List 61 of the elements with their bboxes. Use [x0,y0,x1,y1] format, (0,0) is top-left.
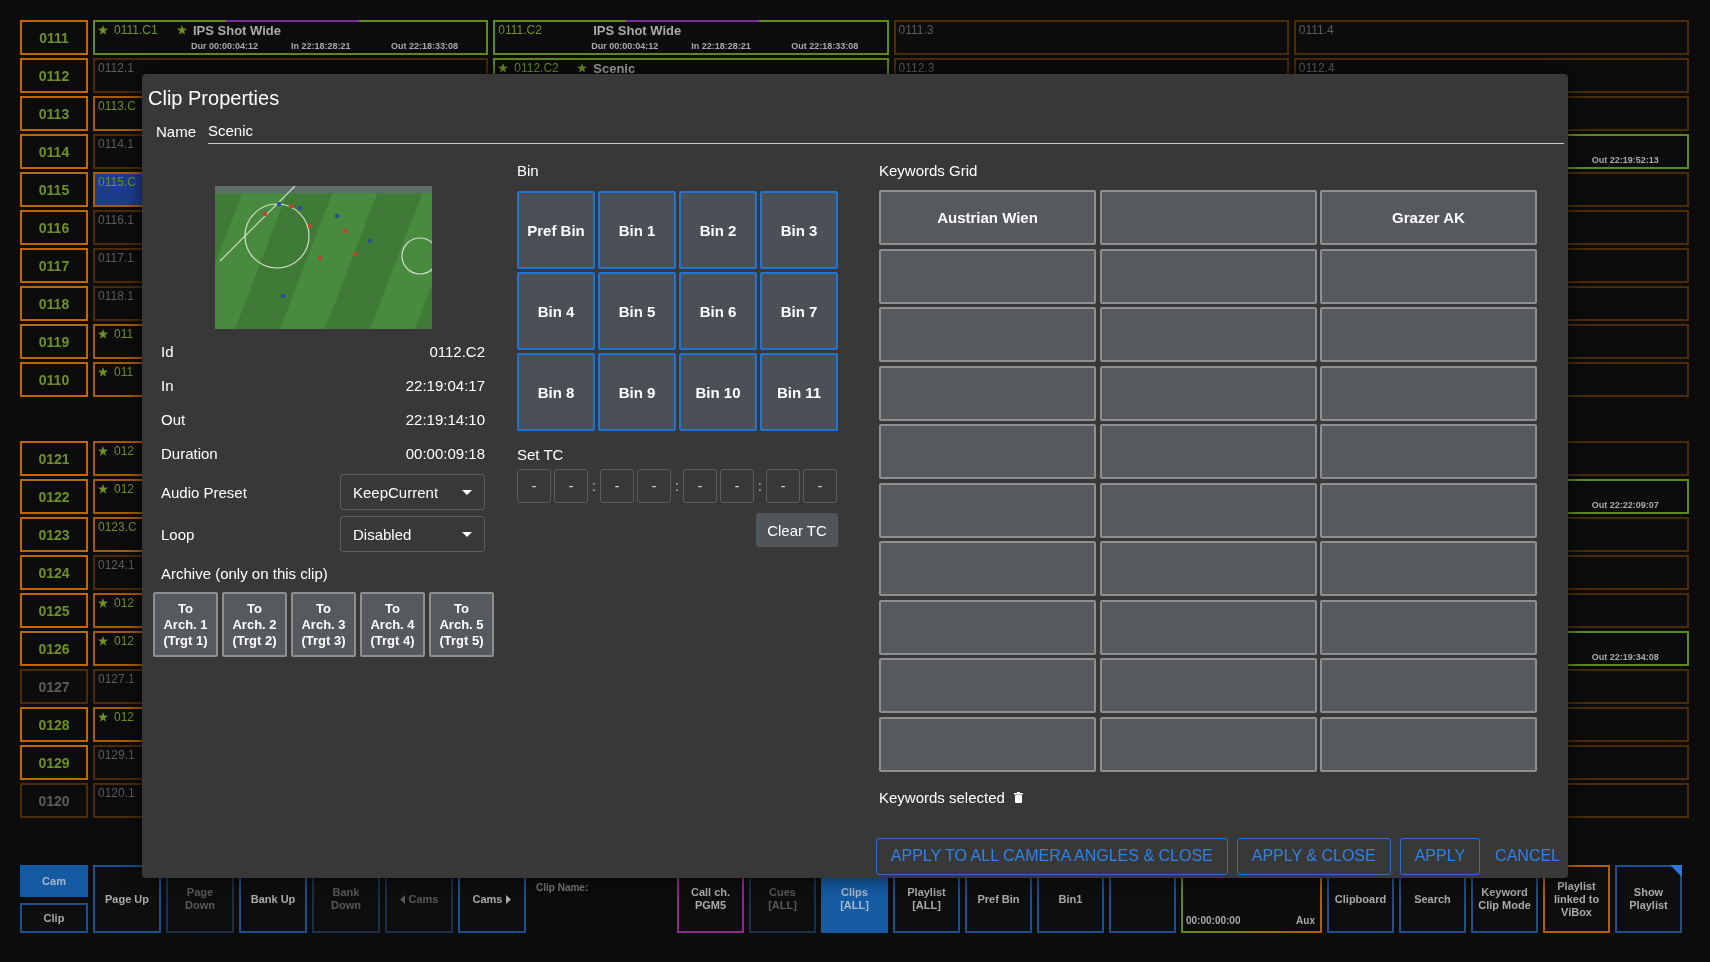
clip-duration: Dur 00:00:04:12 [191,40,260,52]
clip-title: IPS Shot Wide [593,22,682,38]
section-label: Keywords Grid [879,162,979,180]
separator-colon: : [674,478,680,494]
clip-title: Scenic [593,60,636,76]
dialog-title: Clip Properties [148,86,281,110]
clip-out-time: Out 22:22:09:07 [1591,499,1660,511]
clip-id: 0116.1 [98,213,134,227]
clip-id: 012 [114,634,135,648]
channel-label: Aux [1296,915,1315,926]
property-value: 00:00:09:18 [405,444,485,462]
separator-colon: : [591,478,597,494]
clip-name-label: Clip Name: [536,882,589,893]
name-label: Name [155,122,197,140]
clip-in-time: In 22:18:28:21 [691,40,752,52]
clip-id: 012 [114,444,135,458]
clip-id: 0111.C2 [498,23,542,37]
property-label: Duration [161,444,218,462]
clip-out-time: Out 22:19:34:08 [1591,651,1660,663]
clip-id: 0112.1 [98,61,134,75]
clip-id: 0127.1 [98,672,135,686]
clip-out-time: Out 22:18:33:08 [391,40,460,52]
clip-id: 0124.1 [98,558,135,572]
clip-id: 0111.C1 [114,23,158,37]
clip-id: 011 [114,365,134,379]
clip-in-time: In 22:18:28:21 [291,40,352,52]
clip-out-time: Out 22:19:52:13 [1591,154,1660,166]
clip-id: 0112.3 [898,61,935,75]
clip-id: 012 [114,482,135,496]
clip-id: 0114.1 [98,137,134,151]
section-label: Bin [517,162,540,180]
clip-id: 0112.4 [1298,61,1335,75]
property-label: In [161,376,174,394]
clip-id: 0118.1 [98,289,134,303]
clip-id: 012 [114,596,135,610]
clip-id: 012 [114,710,135,724]
clip-id: 0123.C [98,520,137,534]
clip-id: 0111.3 [898,23,934,37]
clip-id: 0112.C2 [514,61,559,75]
section-label: Set TC [517,446,565,464]
clip-title: IPS Shot Wide [193,22,281,38]
dropdown-label: Loop [161,525,195,543]
clip-out-time: Out 22:18:33:08 [791,40,860,52]
section-label: Archive (only on this clip) [161,564,329,584]
clip-id: 011 [114,327,134,341]
property-value: 22:19:04:17 [405,376,485,394]
clip-id: 0115.C [98,175,136,189]
clip-id: 0120.1 [98,786,135,800]
clip-id: 0129.1 [98,748,135,762]
clip-id: 0117.1 [98,251,134,265]
dropdown-label: Audio Preset [161,483,247,501]
clip-id: 0113.C [98,99,136,113]
timecode-value: 00:00:00:00 [1186,915,1241,926]
property-value: 22:19:14:10 [405,410,485,428]
property-label: Out [161,410,186,428]
clip-duration: Dur 00:00:04:12 [591,40,660,52]
keywords-selected-label: Keywords selected [879,788,1005,807]
clip-id: 0111.4 [1298,23,1334,37]
property-value: 0112.C2 [429,342,485,360]
property-label: Id [161,342,174,360]
separator-colon: : [757,478,763,494]
